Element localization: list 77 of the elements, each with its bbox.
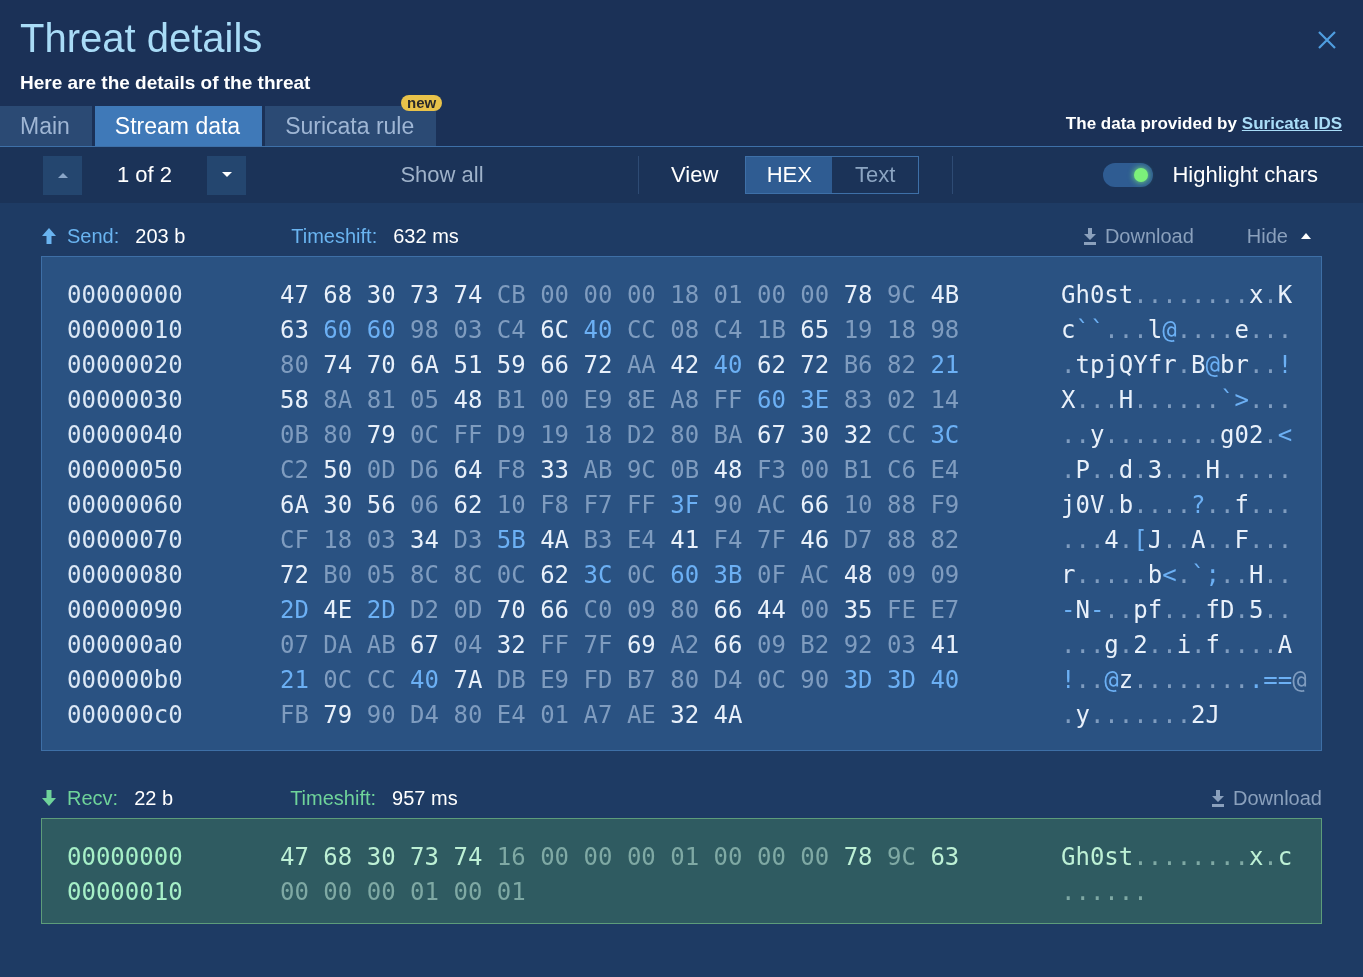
- timeshift-label: Timeshift:: [291, 224, 378, 248]
- offset: 00000010: [67, 877, 184, 906]
- offset: 00000030: [67, 385, 184, 414]
- offset: 00000000: [67, 842, 184, 871]
- offset: 00000070: [67, 525, 184, 554]
- ascii-text: Gh0st........x.K: [1061, 280, 1293, 309]
- hex-bytes: 72 B0 05 8C 8C 0C 62 3C 0C 60 3B 0F AC 48 09 09: [280, 560, 961, 589]
- ascii-text: !..@z.........==@: [1061, 665, 1307, 694]
- timeshift-label: Timeshift:: [290, 786, 377, 810]
- offset: 00000090: [67, 595, 184, 624]
- hex-bytes: 2D 4E 2D D2 0D 70 66 C0 09 80 66 44 00 35 FE E7: [280, 595, 961, 624]
- offset: 00000040: [67, 420, 184, 449]
- size-value: 203 b: [135, 224, 187, 248]
- timeshift-value: 632 ms: [393, 224, 459, 248]
- download-button[interactable]: Download: [1211, 786, 1322, 810]
- view-option[interactable]: HEX: [746, 157, 833, 193]
- hex-bytes: C2 50 0D D6 64 F8 33 AB 9C 0B 48 F3 00 B1 C6 E4: [280, 455, 961, 484]
- subtitle: Here are the details of the threat: [19, 71, 312, 94]
- download-button[interactable]: Download: [1082, 224, 1194, 248]
- hex-bytes: 58 8A 81 05 48 B1 00 E9 8E A8 FF 60 3E 83 02 14: [280, 385, 961, 414]
- hex-bytes: 07 DA AB 67 04 32 FF 7F 69 A2 66 09 B2 92 03 41: [280, 630, 961, 659]
- download-icon: [1211, 789, 1226, 807]
- tab[interactable]: Main: [0, 106, 92, 146]
- ascii-text: ...4.[J..A..F...: [1061, 525, 1293, 554]
- offset: 00000010: [67, 315, 184, 344]
- timeshift-value: 957 ms: [392, 786, 458, 810]
- up-arrow-icon: [41, 227, 57, 245]
- ascii-text: -N-..pf...fD.5..: [1061, 595, 1293, 624]
- ascii-text: X...H......`>...: [1061, 385, 1293, 414]
- attribution-text: The data provided by: [1065, 114, 1237, 134]
- hex-bytes: 47 68 30 73 74 CB 00 00 00 18 01 00 00 78 9C 4B: [280, 280, 961, 309]
- page-counter: 1 of 2: [115, 162, 173, 188]
- offset: 000000c0: [67, 700, 184, 729]
- offset: 000000a0: [67, 630, 184, 659]
- new-badge: new: [401, 95, 443, 111]
- direction-label: Recv:: [67, 786, 119, 810]
- ascii-text: c``...l@....e...: [1061, 315, 1293, 344]
- hex-bytes: CF 18 03 34 D3 5B 4A B3 E4 41 F4 7F 46 D7 88 82: [280, 525, 961, 554]
- ascii-text: ..y........g02.<: [1061, 420, 1293, 449]
- suricata-link[interactable]: Suricata IDS: [1241, 114, 1342, 134]
- hex-bytes: 63 60 60 98 03 C4 6C 40 CC 08 C4 1B 65 19 18 98: [280, 315, 961, 344]
- ascii-text: ......: [1061, 877, 1148, 906]
- offset: 00000050: [67, 455, 184, 484]
- size-value: 22 b: [134, 786, 175, 810]
- offset: 00000080: [67, 560, 184, 589]
- dialog-title: Threat details: [20, 15, 263, 62]
- hide-button[interactable]: Hide: [1246, 224, 1312, 248]
- ascii-text: r.....b<.`;..H..: [1061, 560, 1293, 589]
- ascii-text: ...g.2..i.f....A: [1061, 630, 1293, 659]
- view-label: View: [671, 162, 719, 188]
- down-arrow-icon: [41, 789, 57, 807]
- offset: 00000060: [67, 490, 184, 519]
- ascii-text: .P..d.3...H.....: [1061, 455, 1293, 484]
- offset: 00000000: [67, 280, 184, 309]
- close-icon[interactable]: [1317, 30, 1337, 50]
- hex-bytes: 00 00 00 01 00 01: [280, 877, 527, 906]
- download-icon: [1082, 227, 1097, 245]
- offset: 00000020: [67, 350, 184, 379]
- toggle-switch[interactable]: [1103, 163, 1154, 187]
- hex-bytes: 21 0C CC 40 7A DB E9 FD B7 80 D4 0C 90 3D 3D 40: [280, 665, 961, 694]
- hex-bytes: FB 79 90 D4 80 E4 01 A7 AE 32 4A: [280, 700, 744, 729]
- caret-up-icon: [56, 171, 69, 179]
- caret-up-icon: [1300, 232, 1312, 240]
- hex-bytes: 0B 80 79 0C FF D9 19 18 D2 80 BA 67 30 32 CC 3C: [280, 420, 961, 449]
- ascii-text: .y.......2J: [1061, 700, 1220, 729]
- hex-bytes: 6A 30 56 06 62 10 F8 F7 FF 3F 90 AC 66 10 88 F9: [280, 490, 961, 519]
- ascii-text: Gh0st........x.c: [1061, 842, 1293, 871]
- ascii-text: j0V.b....?..f...: [1061, 490, 1293, 519]
- highlight-label: Highlight chars: [1172, 162, 1318, 188]
- hex-bytes: 80 74 70 6A 51 59 66 72 AA 42 40 62 72 B6 82 21: [280, 350, 961, 379]
- show-all-button[interactable]: Show all: [246, 161, 638, 189]
- ascii-text: .tpjQYfr.B@br..!: [1061, 350, 1293, 379]
- tab[interactable]: Stream data: [94, 106, 263, 146]
- hex-bytes: 47 68 30 73 74 16 00 00 00 01 00 00 00 78 9C 63: [280, 842, 961, 871]
- direction-label: Send:: [67, 224, 120, 248]
- offset: 000000b0: [67, 665, 184, 694]
- caret-down-icon: [220, 171, 233, 179]
